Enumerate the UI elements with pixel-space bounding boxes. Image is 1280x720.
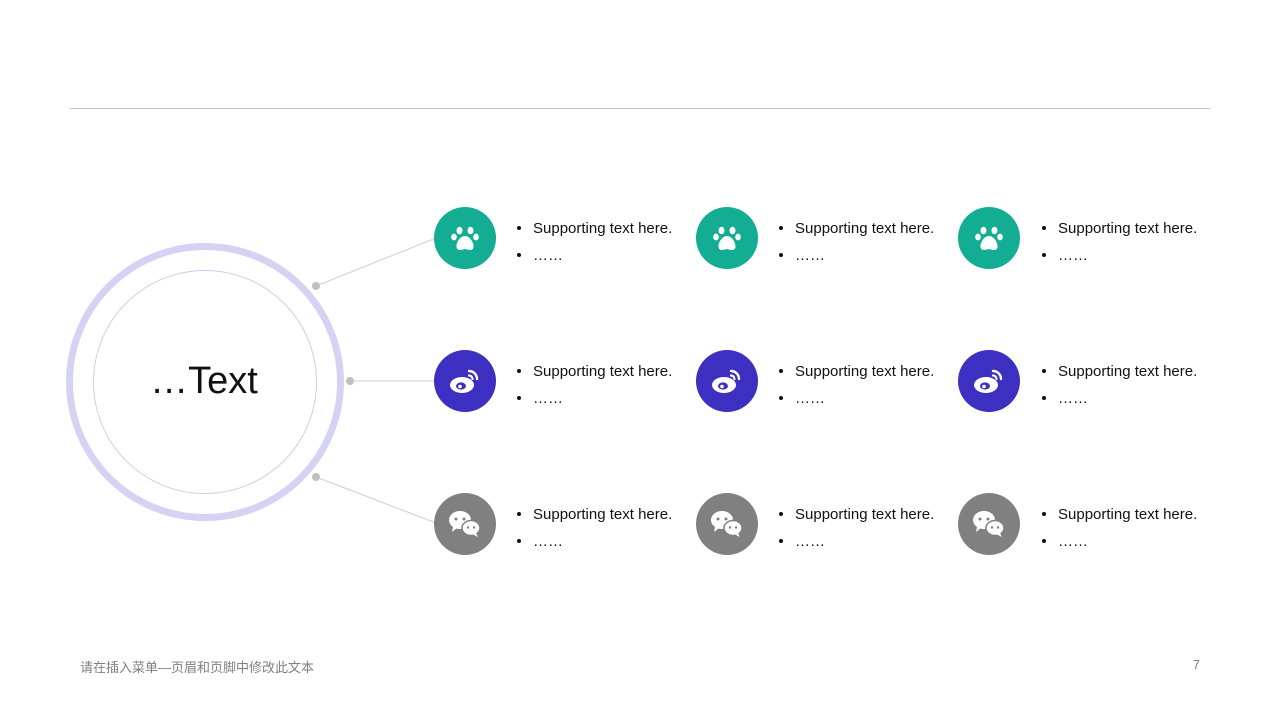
- bullet-item: Supporting text here.: [1040, 215, 1197, 242]
- center-title: …Text: [150, 360, 258, 402]
- paw-icon: [696, 207, 758, 269]
- connector-dot-middle: [346, 377, 354, 385]
- wechat-icon: [434, 493, 496, 555]
- bullet-list: Supporting text here. ……: [515, 215, 672, 269]
- bullet-item: Supporting text here.: [777, 501, 934, 528]
- paw-icon: [434, 207, 496, 269]
- bullet-item: ……: [1040, 242, 1197, 269]
- bullet-list: Supporting text here. ……: [1040, 358, 1197, 412]
- bullet-list: Supporting text here. ……: [515, 358, 672, 412]
- bullet-item: ……: [777, 385, 934, 412]
- paw-icon: [958, 207, 1020, 269]
- bullet-item: Supporting text here.: [777, 358, 934, 385]
- bullet-list: Supporting text here. ……: [1040, 501, 1197, 555]
- footer-text: 请在插入菜单—页眉和页脚中修改此文本: [80, 660, 315, 675]
- weibo-icon: [434, 350, 496, 412]
- wechat-icon: [696, 493, 758, 555]
- bullet-list: Supporting text here. ……: [777, 501, 934, 555]
- bullet-item: Supporting text here.: [515, 501, 672, 528]
- bullet-item: Supporting text here.: [1040, 501, 1197, 528]
- weibo-icon: [696, 350, 758, 412]
- connector-dot-bottom: [312, 473, 320, 481]
- bullet-item: Supporting text here.: [515, 215, 672, 242]
- bullet-list: Supporting text here. ……: [515, 501, 672, 555]
- wechat-icon: [958, 493, 1020, 555]
- bullet-item: ……: [515, 528, 672, 555]
- bullet-item: ……: [777, 528, 934, 555]
- bullet-item: Supporting text here.: [777, 215, 934, 242]
- bullet-item: ……: [1040, 385, 1197, 412]
- bullet-list: Supporting text here. ……: [777, 358, 934, 412]
- bullet-item: ……: [1040, 528, 1197, 555]
- bullet-list: Supporting text here. ……: [1040, 215, 1197, 269]
- connector-dot-top: [312, 282, 320, 290]
- weibo-icon: [958, 350, 1020, 412]
- bullet-item: ……: [515, 242, 672, 269]
- bullet-item: ……: [515, 385, 672, 412]
- page-number: 7: [1192, 657, 1200, 672]
- bullet-item: Supporting text here.: [1040, 358, 1197, 385]
- bullet-item: Supporting text here.: [515, 358, 672, 385]
- bullet-item: ……: [777, 242, 934, 269]
- bullet-list: Supporting text here. ……: [777, 215, 934, 269]
